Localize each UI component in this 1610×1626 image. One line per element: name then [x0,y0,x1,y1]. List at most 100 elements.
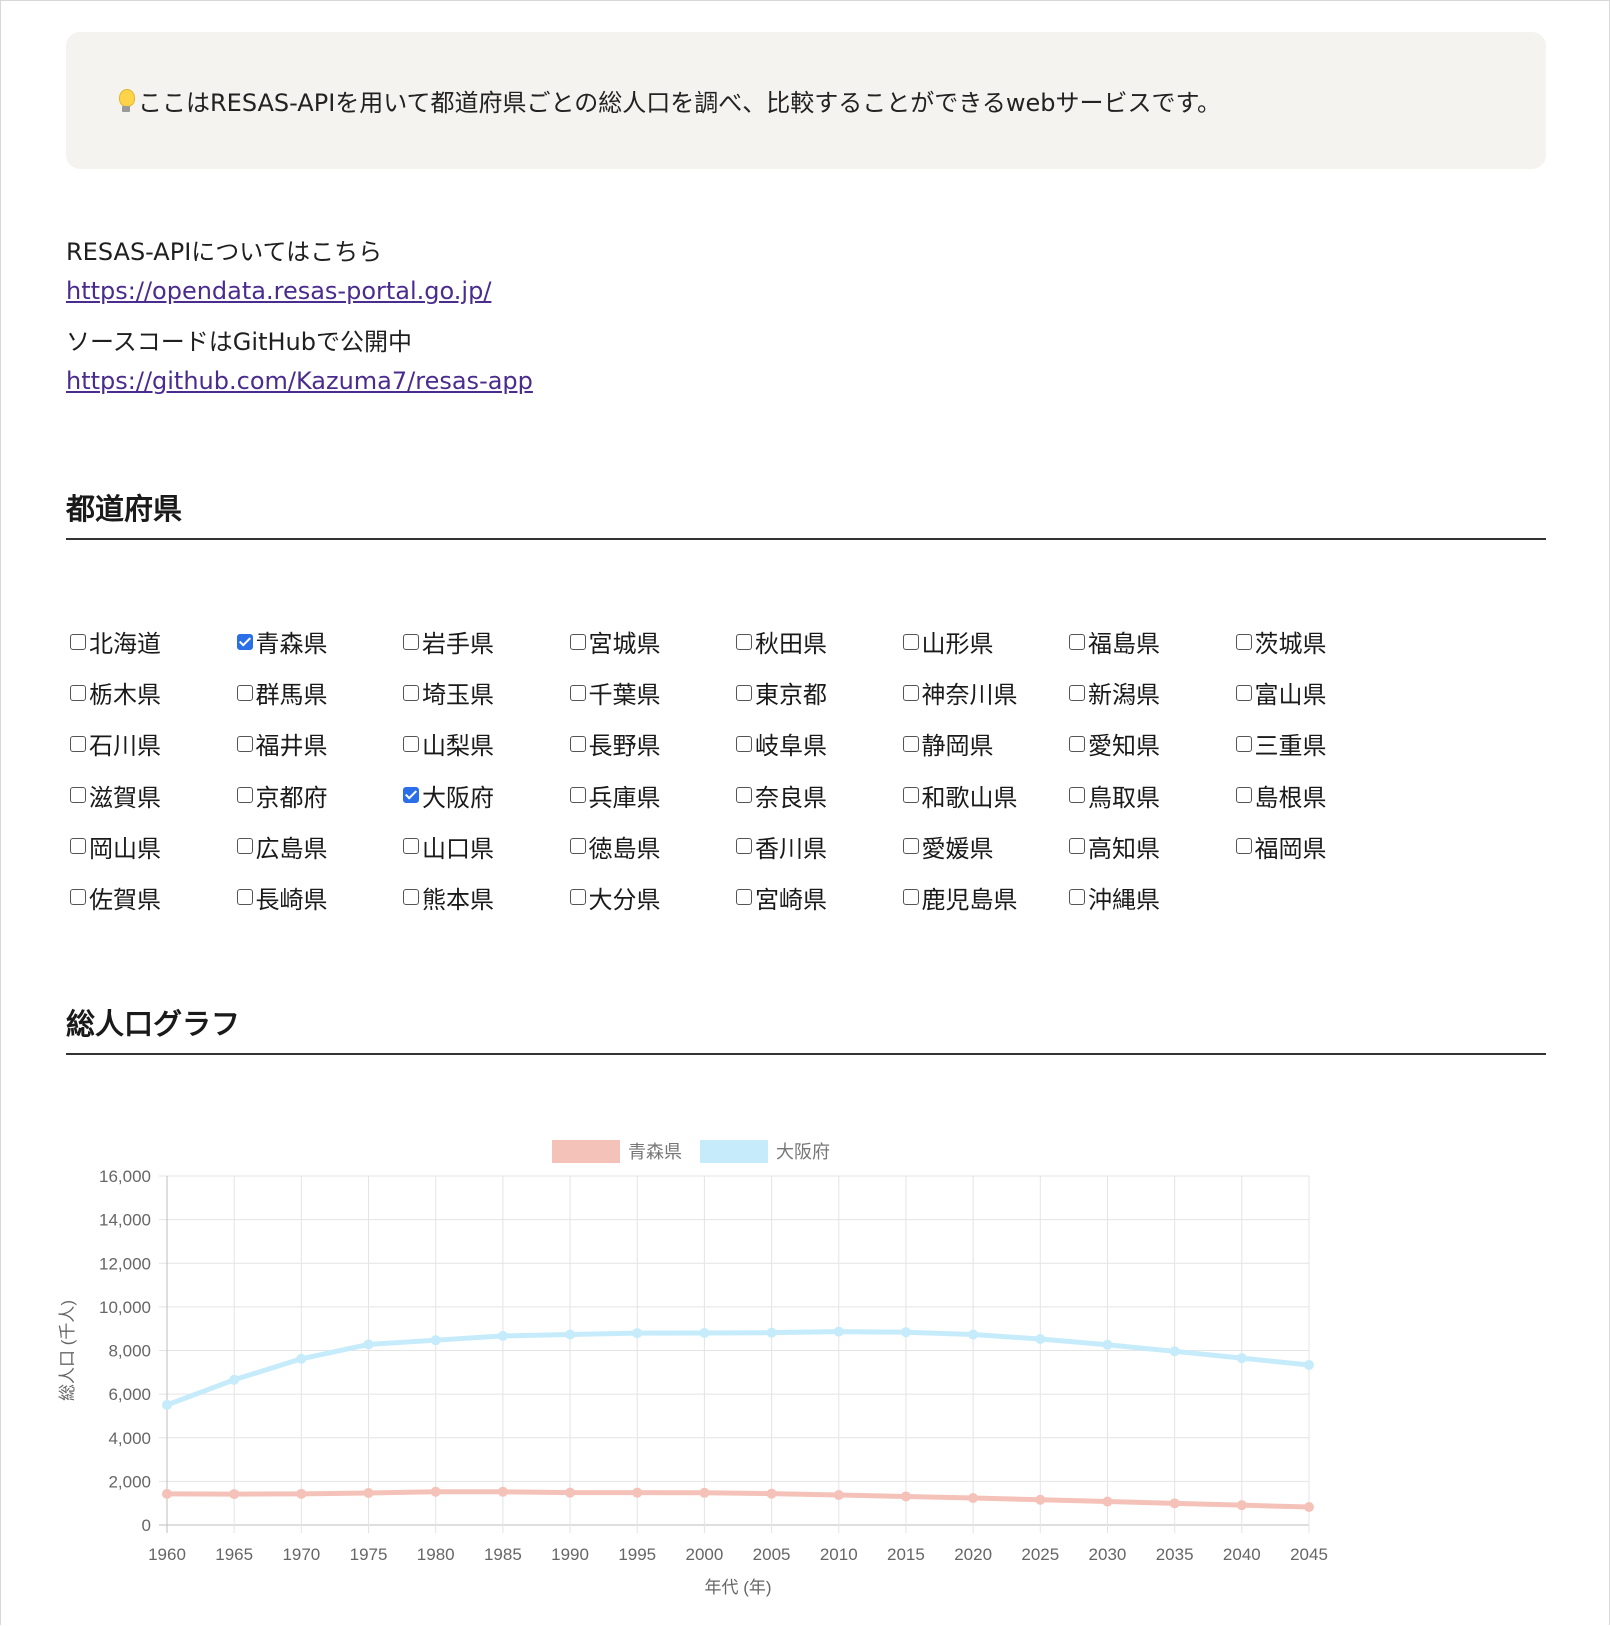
prefecture-option[interactable]: 沖縄県 [1069,872,1236,923]
prefecture-checkbox[interactable] [902,889,919,906]
prefecture-checkbox[interactable] [569,684,586,701]
prefecture-option[interactable]: 宮崎県 [736,872,903,923]
prefecture-option[interactable]: 広島県 [236,821,404,872]
prefecture-checkbox[interactable] [1069,684,1085,701]
prefecture-checkbox[interactable] [1235,735,1252,752]
prefecture-option[interactable]: 茨城県 [1235,616,1403,667]
prefecture-checkbox[interactable] [736,735,752,752]
prefecture-option[interactable]: 福岡県 [1235,821,1403,872]
prefecture-option[interactable]: 山形県 [902,616,1070,667]
prefecture-option[interactable]: 山口県 [403,821,570,872]
prefecture-checkbox[interactable] [1069,735,1085,752]
prefecture-option[interactable]: 鳥取県 [1069,770,1236,821]
prefecture-option[interactable]: 高知県 [1069,821,1236,872]
prefecture-checkbox[interactable] [403,633,419,650]
prefecture-checkbox[interactable] [70,889,86,906]
prefecture-option[interactable]: 秋田県 [736,616,903,667]
prefecture-checkbox[interactable] [569,633,586,650]
prefecture-option[interactable]: 宮城県 [569,616,737,667]
prefecture-checkbox[interactable] [902,787,919,804]
prefecture-checkbox[interactable] [736,889,752,906]
prefecture-label: 熊本県 [422,885,494,914]
prefecture-checkbox[interactable] [70,633,86,650]
prefecture-option[interactable]: 京都府 [236,770,404,821]
prefecture-option[interactable]: 島根県 [1235,770,1403,821]
prefecture-checkbox[interactable] [1069,838,1085,855]
prefecture-checkbox[interactable] [1235,838,1252,855]
prefecture-option[interactable]: 東京都 [736,667,903,718]
prefecture-option[interactable]: 新潟県 [1069,667,1236,718]
prefecture-option[interactable]: 栃木県 [70,667,237,718]
prefecture-option[interactable]: 鹿児島県 [902,872,1070,923]
prefecture-option[interactable]: 岡山県 [70,821,237,872]
data-point [363,1487,374,1498]
prefecture-checkbox[interactable] [236,787,253,804]
prefecture-option[interactable]: 長野県 [569,718,737,769]
prefecture-option[interactable]: 山梨県 [403,718,570,769]
prefecture-checkbox[interactable] [403,889,419,906]
prefecture-checkbox[interactable] [902,735,919,752]
prefecture-option[interactable]: 和歌山県 [902,770,1070,821]
prefecture-checkbox[interactable] [70,787,86,804]
prefecture-checkbox[interactable] [1069,633,1085,650]
prefecture-checkbox[interactable] [236,633,253,650]
prefecture-option[interactable]: 大分県 [569,872,737,923]
prefecture-checkbox[interactable] [1069,787,1085,804]
prefecture-option[interactable]: 北海道 [70,616,237,667]
prefecture-option[interactable]: 奈良県 [736,770,903,821]
prefecture-checkbox[interactable] [70,735,86,752]
prefecture-option[interactable]: 群馬県 [236,667,404,718]
prefecture-option[interactable]: 徳島県 [569,821,737,872]
prefecture-option[interactable]: 岩手県 [403,616,570,667]
prefecture-option[interactable]: 三重県 [1235,718,1403,769]
prefecture-checkbox[interactable] [1235,633,1252,650]
prefecture-checkbox[interactable] [236,735,253,752]
prefecture-checkbox[interactable] [236,889,253,906]
prefecture-checkbox[interactable] [902,838,919,855]
prefecture-option[interactable]: 福島県 [1069,616,1236,667]
prefecture-option[interactable]: 石川県 [70,718,237,769]
prefecture-option[interactable]: 愛知県 [1069,718,1236,769]
prefecture-option[interactable]: 愛媛県 [902,821,1070,872]
prefecture-checkbox[interactable] [403,787,419,804]
prefecture-checkbox[interactable] [902,633,919,650]
prefecture-checkbox[interactable] [736,838,752,855]
prefecture-checkbox[interactable] [1069,889,1085,906]
prefecture-checkbox[interactable] [403,684,419,701]
prefecture-checkbox[interactable] [1235,684,1252,701]
prefecture-option[interactable]: 千葉県 [569,667,737,718]
prefecture-option[interactable]: 埼玉県 [403,667,570,718]
prefecture-option[interactable]: 長崎県 [236,872,404,923]
prefecture-option[interactable]: 神奈川県 [902,667,1070,718]
prefecture-checkbox[interactable] [902,684,919,701]
prefecture-option[interactable]: 香川県 [736,821,903,872]
prefecture-checkbox[interactable] [569,735,586,752]
prefecture-checkbox[interactable] [403,735,419,752]
y-tick-label: 14,000 [99,1211,151,1230]
prefecture-option[interactable]: 岐阜県 [736,718,903,769]
prefecture-checkbox[interactable] [569,838,586,855]
prefecture-option[interactable]: 青森県 [236,616,404,667]
prefecture-option[interactable]: 兵庫県 [569,770,737,821]
prefecture-option[interactable]: 大阪府 [403,770,570,821]
prefecture-checkbox[interactable] [736,633,752,650]
prefecture-checkbox[interactable] [70,838,86,855]
prefecture-option[interactable]: 熊本県 [403,872,570,923]
github-link[interactable]: https://github.com/Kazuma7/resas-app [66,367,533,395]
resas-link[interactable]: https://opendata.resas-portal.go.jp/ [66,277,491,305]
prefecture-option[interactable]: 福井県 [236,718,404,769]
prefecture-option[interactable]: 滋賀県 [70,770,237,821]
prefecture-checkbox[interactable] [736,787,752,804]
prefecture-checkbox[interactable] [736,684,752,701]
prefecture-checkbox[interactable] [236,838,253,855]
prefecture-label: 徳島県 [588,834,661,863]
prefecture-option[interactable]: 佐賀県 [70,872,237,923]
prefecture-checkbox[interactable] [403,838,419,855]
prefecture-option[interactable]: 富山県 [1235,667,1403,718]
prefecture-checkbox[interactable] [569,787,586,804]
prefecture-checkbox[interactable] [70,684,86,701]
prefecture-option[interactable]: 静岡県 [902,718,1070,769]
prefecture-checkbox[interactable] [1235,787,1252,804]
prefecture-checkbox[interactable] [236,684,253,701]
prefecture-checkbox[interactable] [569,889,586,906]
